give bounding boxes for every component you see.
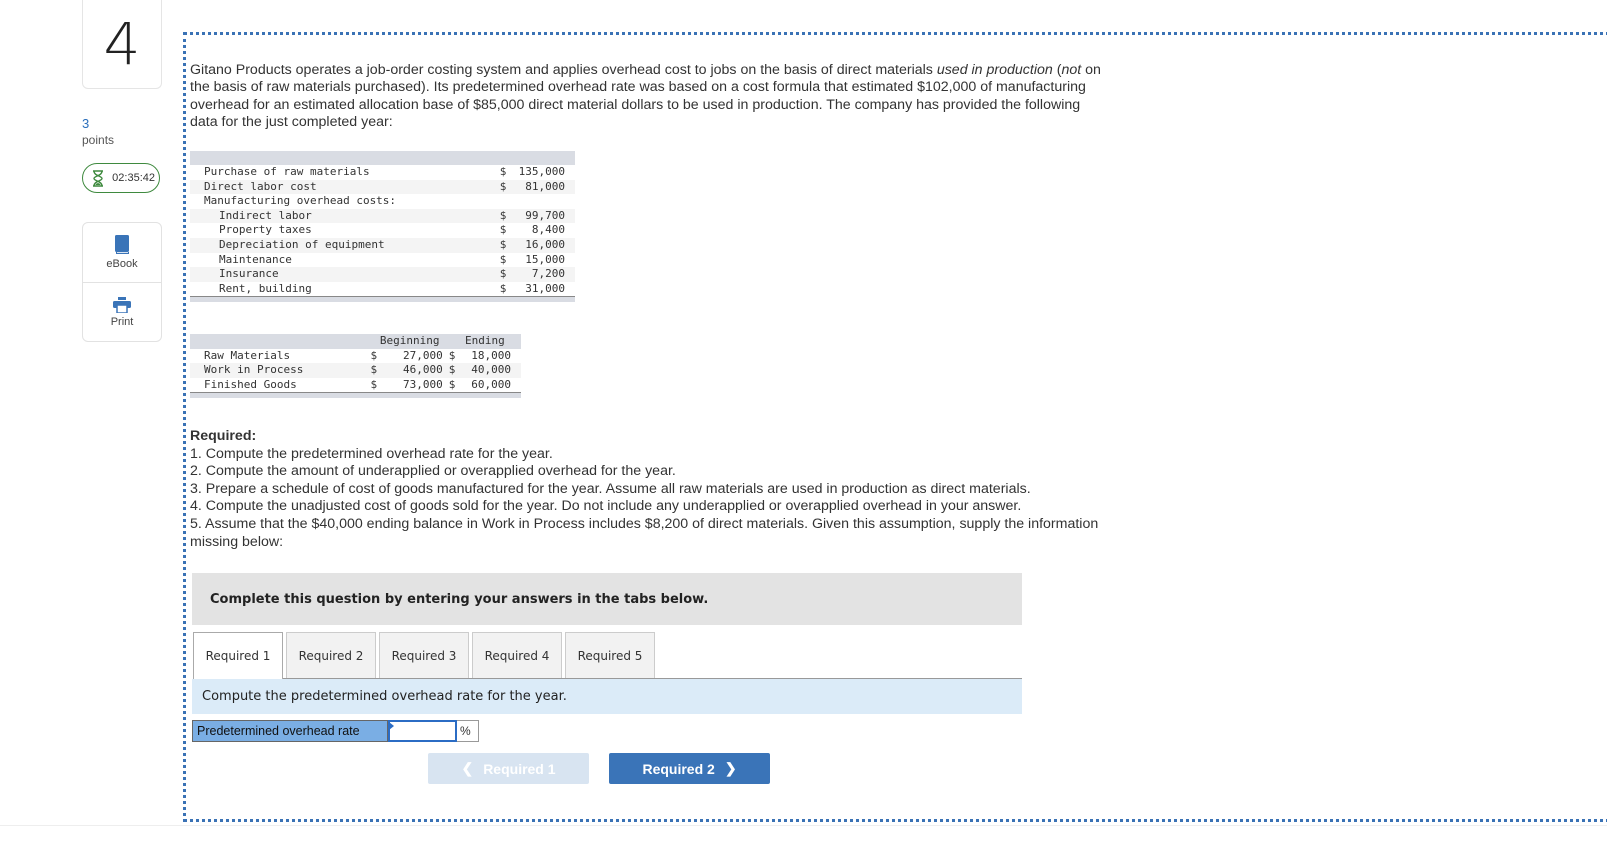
intro-emphasis-1: used in production — [936, 62, 1053, 78]
instruction-banner: Complete this question by entering your … — [192, 573, 1022, 625]
book-icon — [115, 235, 129, 254]
required-item: 1. Compute the predetermined overhead ra… — [190, 445, 553, 462]
timer-text: 02:35:42 — [112, 172, 155, 184]
cost-value: 8,400 — [531, 223, 565, 237]
cost-row: Depreciation of equipment $16,000 — [190, 237, 575, 253]
cost-value: 99,700 — [518, 208, 575, 224]
inventory-table: Beginning Ending Raw Materials $27,000 $18… — [190, 334, 521, 399]
cost-row: Direct labor cost $81,000 — [190, 179, 575, 195]
cost-row: Property taxes $8,400 — [190, 223, 575, 238]
prev-required-button[interactable]: ❮ Required 1 — [428, 753, 589, 784]
cost-value: 15,000 — [525, 252, 565, 266]
cost-row: Maintenance $15,000 — [190, 253, 575, 268]
cost-data-table: Purchase of raw materials $135,000 Direct … — [190, 151, 575, 303]
cost-value: 135,000 — [518, 165, 565, 178]
answer-row: Predetermined overhead rate % — [192, 720, 479, 742]
ending-value: $60,000 — [448, 377, 511, 391]
cost-value: 81,000 — [518, 179, 575, 195]
cost-row: Purchase of raw materials $135,000 — [190, 165, 575, 180]
required-heading: Required: — [190, 428, 257, 444]
currency-symbol: $ — [499, 237, 519, 253]
currency-symbol: $ — [499, 179, 519, 195]
currency-symbol — [500, 194, 519, 209]
chevron-left-icon: ❮ — [461, 760, 474, 776]
cost-row: Rent, building $31,000 — [190, 282, 575, 297]
tab-required-3[interactable]: Required 3 — [379, 632, 469, 678]
currency-symbol: $ — [499, 281, 507, 295]
hourglass-icon — [93, 170, 103, 187]
inventory-row: Finished Goods $73,000 $60,000 — [190, 378, 521, 393]
next-label: Required 2 — [642, 760, 715, 777]
cost-label: Direct labor cost — [190, 179, 500, 195]
points-value: 3 — [82, 116, 90, 131]
points-label: points — [82, 133, 115, 147]
next-required-button[interactable]: Required 2 ❯ — [609, 753, 770, 784]
cost-label: Rent, building — [219, 281, 312, 295]
percent-unit: % — [457, 720, 479, 742]
cost-label: Purchase of raw materials — [204, 165, 370, 178]
ebook-label: eBook — [106, 258, 138, 270]
cost-row: Manufacturing overhead costs: — [190, 194, 575, 209]
inventory-row: Raw Materials $27,000 $18,000 — [190, 349, 521, 364]
tab-bar: Required 1 Required 2 Required 3 Require… — [193, 632, 1022, 679]
print-label: Print — [110, 316, 134, 328]
timer-badge: 02:35:42 — [82, 163, 160, 193]
currency-symbol: $ — [499, 267, 519, 282]
ending-value: $18,000 — [448, 348, 511, 362]
tab-required-5[interactable]: Required 5 — [565, 632, 655, 678]
cost-value: 7,200 — [518, 267, 575, 282]
cost-row: Indirect labor $99,700 — [190, 208, 575, 224]
tab-required-2[interactable]: Required 2 — [286, 632, 376, 678]
tab-required-4[interactable]: Required 4 — [472, 632, 562, 678]
header-ending: Ending — [448, 334, 521, 349]
required-section: Required: 1. Compute the predetermined o… — [190, 428, 1110, 551]
problem-statement: Gitano Products operates a job-order cos… — [190, 62, 1110, 132]
beginning-value: $46,000 — [370, 363, 449, 378]
required-item: 5. Assume that the $40,000 ending balanc… — [190, 515, 1099, 550]
currency-symbol: $ — [499, 223, 507, 237]
intro-emphasis-2: not — [1061, 62, 1082, 78]
cost-label: Manufacturing overhead costs: — [204, 194, 397, 208]
required-item: 4. Compute the unadjusted cost of goods … — [190, 498, 1022, 515]
beginning-value: $27,000 — [370, 348, 443, 362]
tools-panel: eBook Print — [82, 222, 162, 342]
ending-value: $40,000 — [448, 363, 521, 378]
inventory-label: Raw Materials — [204, 348, 291, 362]
beginning-value: $73,000 — [370, 377, 443, 391]
print-button[interactable]: Print — [83, 282, 161, 342]
tab-prompt: Compute the predetermined overhead rate … — [192, 679, 1022, 714]
currency-symbol: $ — [499, 252, 507, 266]
cost-label: Indirect labor — [190, 208, 500, 224]
overhead-rate-input[interactable] — [388, 720, 457, 742]
inventory-row: Work in Process $46,000 $40,000 — [190, 363, 521, 378]
required-item: 2. Compute the amount of underapplied or… — [190, 463, 676, 480]
cost-label: Insurance — [190, 267, 500, 282]
currency-symbol: $ — [499, 208, 519, 224]
input-flag-icon — [389, 722, 394, 730]
cost-label: Property taxes — [219, 223, 312, 237]
inventory-label: Finished Goods — [204, 377, 297, 391]
cost-label: Depreciation of equipment — [190, 237, 500, 253]
answer-label: Predetermined overhead rate — [192, 720, 388, 742]
cost-row: Insurance $7,200 — [190, 267, 575, 282]
tab-required-1[interactable]: Required 1 — [193, 632, 283, 679]
cost-value: 31,000 — [525, 281, 565, 295]
chevron-right-icon: ❯ — [724, 760, 737, 776]
cost-label: Maintenance — [219, 252, 292, 266]
question-number: 4 — [82, 0, 162, 89]
cost-value — [519, 194, 575, 209]
intro-text-1: Gitano Products operates a job-order cos… — [190, 62, 937, 78]
required-item: 3. Prepare a schedule of cost of goods m… — [190, 480, 1031, 497]
footer-divider — [0, 825, 1607, 826]
inventory-label: Work in Process — [190, 363, 371, 378]
cost-value: 16,000 — [518, 237, 575, 253]
header-beginning: Beginning — [370, 334, 449, 349]
prev-label: Required 1 — [483, 760, 556, 777]
printer-icon — [113, 297, 131, 313]
currency-symbol: $ — [499, 165, 507, 178]
ebook-button[interactable]: eBook — [83, 223, 161, 282]
